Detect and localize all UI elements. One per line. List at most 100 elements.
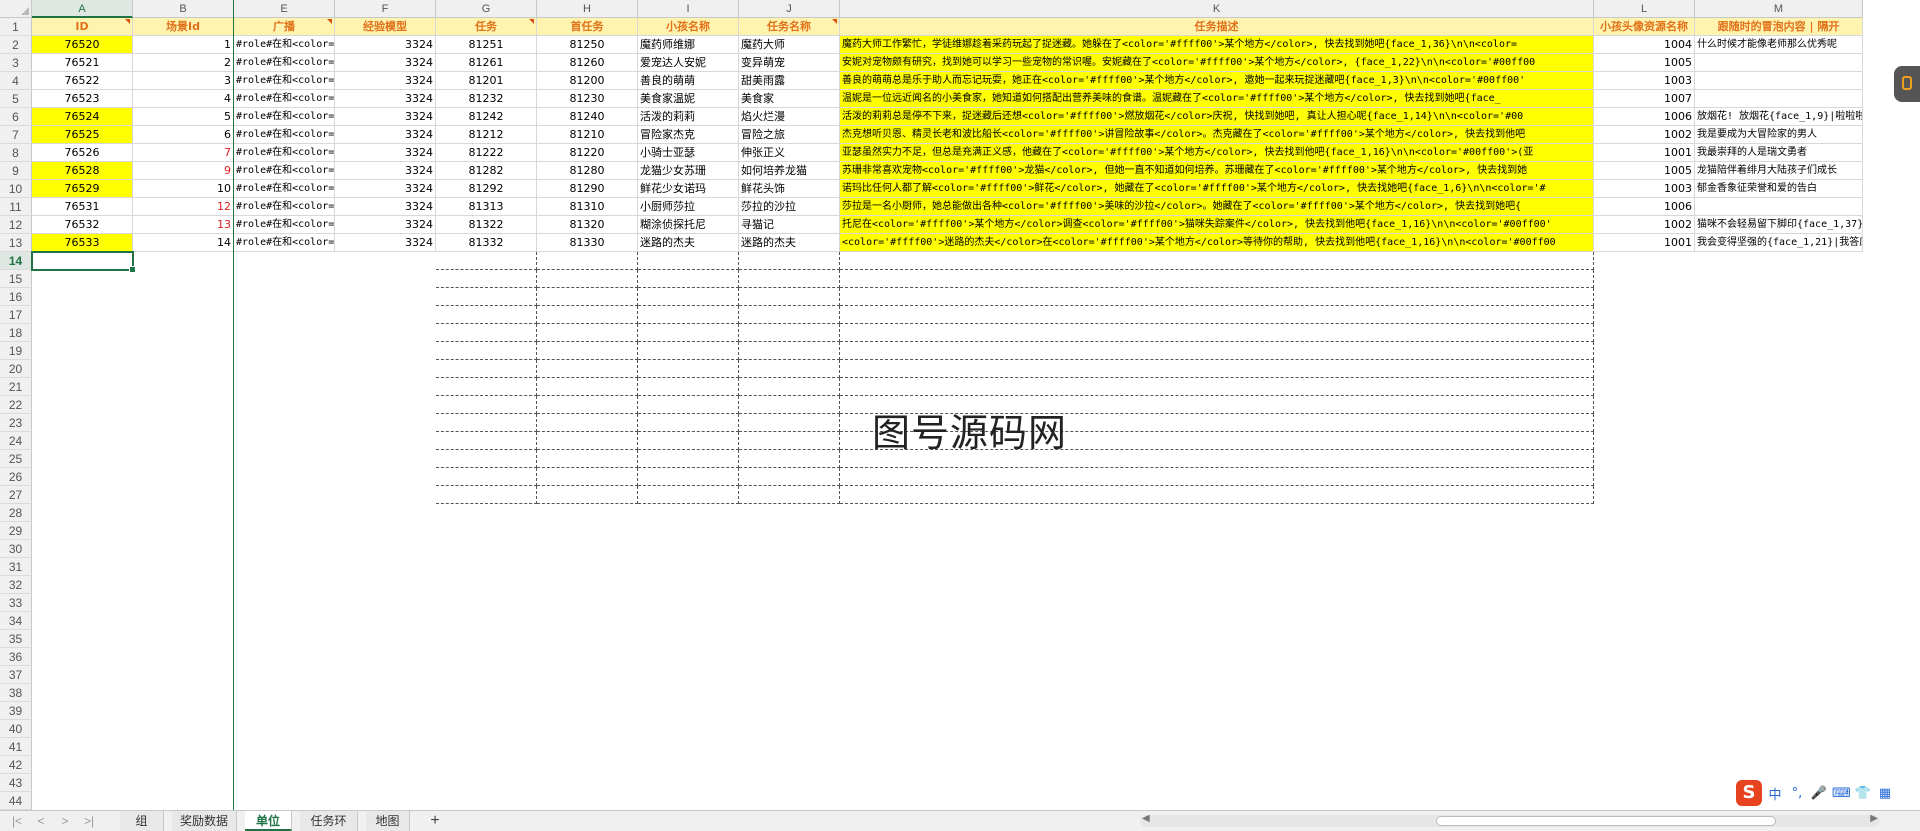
table-cell-h[interactable]: 81260: [537, 54, 638, 72]
sheet-tab[interactable]: 任务环: [300, 811, 358, 831]
table-cell-f[interactable]: 3324: [335, 54, 436, 72]
print-area-cell[interactable]: [840, 378, 1594, 396]
table-cell-i[interactable]: 爱宠达人安妮: [638, 54, 739, 72]
header-cell-i[interactable]: 小孩名称: [638, 18, 739, 36]
row-header[interactable]: 40: [0, 720, 32, 738]
row-header[interactable]: 21: [0, 378, 32, 396]
table-cell-l[interactable]: 1005: [1594, 162, 1695, 180]
print-area-cell[interactable]: [537, 270, 638, 288]
row-header[interactable]: 6: [0, 108, 32, 126]
sheet-tab[interactable]: 单位: [245, 811, 292, 831]
table-cell-i[interactable]: 小骑士亚瑟: [638, 144, 739, 162]
table-cell-j[interactable]: 焰火烂漫: [739, 108, 840, 126]
table-cell-i[interactable]: 冒险家杰克: [638, 126, 739, 144]
table-cell-k[interactable]: 善良的萌萌总是乐于助人而忘记玩耍，她正在<color='#ffff00'>某个地…: [840, 72, 1594, 90]
print-area-cell[interactable]: [638, 324, 739, 342]
column-header-h[interactable]: H: [537, 0, 638, 18]
table-cell-m[interactable]: [1695, 72, 1863, 90]
table-cell-i[interactable]: 魔药师维娜: [638, 36, 739, 54]
table-cell-b[interactable]: 5: [133, 108, 234, 126]
row-header[interactable]: 4: [0, 72, 32, 90]
table-cell-k[interactable]: 亚瑟虽然实力不足，但总是充满正义感，他藏在了<color='#ffff00'>某…: [840, 144, 1594, 162]
print-area-cell[interactable]: [436, 414, 537, 432]
row-header[interactable]: 20: [0, 360, 32, 378]
table-cell-f[interactable]: 3324: [335, 198, 436, 216]
table-cell-k[interactable]: 托尼在<color='#ffff00'>某个地方</color>调查<color…: [840, 216, 1594, 234]
ime-toolbox-icon[interactable]: ▦: [1876, 786, 1894, 801]
table-cell-f[interactable]: 3324: [335, 144, 436, 162]
table-cell-l[interactable]: 1001: [1594, 144, 1695, 162]
table-cell-m[interactable]: 放烟花! 放烟花{face_1,9}|啦啦啦~...: [1695, 108, 1863, 126]
print-area-cell[interactable]: [739, 396, 840, 414]
row-header[interactable]: 22: [0, 396, 32, 414]
table-cell-l[interactable]: 1005: [1594, 54, 1695, 72]
print-area-cell[interactable]: [436, 396, 537, 414]
row-header[interactable]: 26: [0, 468, 32, 486]
table-cell-e[interactable]: #role#在和<color=: [234, 108, 335, 126]
print-area-cell[interactable]: [537, 414, 638, 432]
print-area-cell[interactable]: [638, 378, 739, 396]
header-cell-m[interactable]: 跟随时的冒泡内容 | 隔开: [1695, 18, 1863, 36]
row-header[interactable]: 25: [0, 450, 32, 468]
table-cell-g[interactable]: 81292: [436, 180, 537, 198]
table-cell-b[interactable]: 6: [133, 126, 234, 144]
table-cell-a[interactable]: 76526: [32, 144, 133, 162]
row-header[interactable]: 23: [0, 414, 32, 432]
table-cell-a[interactable]: 76523: [32, 90, 133, 108]
table-cell-e[interactable]: #role#在和<color=: [234, 162, 335, 180]
print-area-cell[interactable]: [537, 288, 638, 306]
horizontal-scrollbar[interactable]: ◀ ▶: [1140, 813, 1880, 827]
table-cell-g[interactable]: 81282: [436, 162, 537, 180]
table-cell-a[interactable]: 76532: [32, 216, 133, 234]
table-cell-f[interactable]: 3324: [335, 216, 436, 234]
table-cell-a[interactable]: 76528: [32, 162, 133, 180]
table-cell-l[interactable]: 1004: [1594, 36, 1695, 54]
table-cell-g[interactable]: 81332: [436, 234, 537, 252]
last-sheet-icon[interactable]: >|: [80, 813, 98, 829]
table-cell-m[interactable]: 我会变得坚强的{face_1,21}|我答应: [1695, 234, 1863, 252]
print-area-cell[interactable]: [638, 396, 739, 414]
next-sheet-icon[interactable]: >: [56, 813, 74, 829]
table-cell-l[interactable]: 1001: [1594, 234, 1695, 252]
header-cell-l[interactable]: 小孩头像资源名称: [1594, 18, 1695, 36]
table-cell-e[interactable]: #role#在和<color=: [234, 180, 335, 198]
print-area-cell[interactable]: [840, 486, 1594, 504]
print-area-cell[interactable]: [739, 288, 840, 306]
column-header-f[interactable]: F: [335, 0, 436, 18]
ime-toolbar[interactable]: S 中 °, 🎤 ⌨ 👕 ▦: [1736, 778, 1920, 808]
print-area-cell[interactable]: [436, 450, 537, 468]
table-cell-f[interactable]: 3324: [335, 126, 436, 144]
print-area-cell[interactable]: [739, 414, 840, 432]
table-cell-j[interactable]: 魔药大师: [739, 36, 840, 54]
table-cell-b[interactable]: 2: [133, 54, 234, 72]
print-area-cell[interactable]: [840, 342, 1594, 360]
table-cell-m[interactable]: 我最崇拜的人是瑞文勇者: [1695, 144, 1863, 162]
row-header[interactable]: 12: [0, 216, 32, 234]
print-area-cell[interactable]: [739, 252, 840, 270]
row-header[interactable]: 1: [0, 18, 32, 36]
table-cell-i[interactable]: 糊涂侦探托尼: [638, 216, 739, 234]
table-cell-k[interactable]: 莎拉是一名小厨师，她总能做出各种<color='#ffff00'>美味的沙拉</…: [840, 198, 1594, 216]
row-header[interactable]: 14: [0, 252, 32, 270]
table-cell-k[interactable]: 活泼的莉莉总是停不下来，捉迷藏后还想<color='#ffff00'>燃放烟花<…: [840, 108, 1594, 126]
table-cell-i[interactable]: 鲜花少女诺玛: [638, 180, 739, 198]
table-cell-f[interactable]: 3324: [335, 162, 436, 180]
table-cell-e[interactable]: #role#在和<color=: [234, 216, 335, 234]
print-area-cell[interactable]: [537, 324, 638, 342]
row-header[interactable]: 31: [0, 558, 32, 576]
table-cell-g[interactable]: 81201: [436, 72, 537, 90]
table-cell-f[interactable]: 3324: [335, 72, 436, 90]
row-header[interactable]: 17: [0, 306, 32, 324]
row-header[interactable]: 27: [0, 486, 32, 504]
scroll-left-icon[interactable]: ◀: [1142, 813, 1150, 824]
row-header[interactable]: 24: [0, 432, 32, 450]
print-area-cell[interactable]: [739, 360, 840, 378]
table-cell-i[interactable]: 美食家温妮: [638, 90, 739, 108]
table-cell-b[interactable]: 3: [133, 72, 234, 90]
scrollbar-thumb[interactable]: [1436, 816, 1776, 826]
table-cell-b[interactable]: 1: [133, 36, 234, 54]
table-cell-j[interactable]: 甜美雨露: [739, 72, 840, 90]
print-area-cell[interactable]: [739, 486, 840, 504]
row-header[interactable]: 43: [0, 774, 32, 792]
header-cell-j[interactable]: 任务名称: [739, 18, 840, 36]
